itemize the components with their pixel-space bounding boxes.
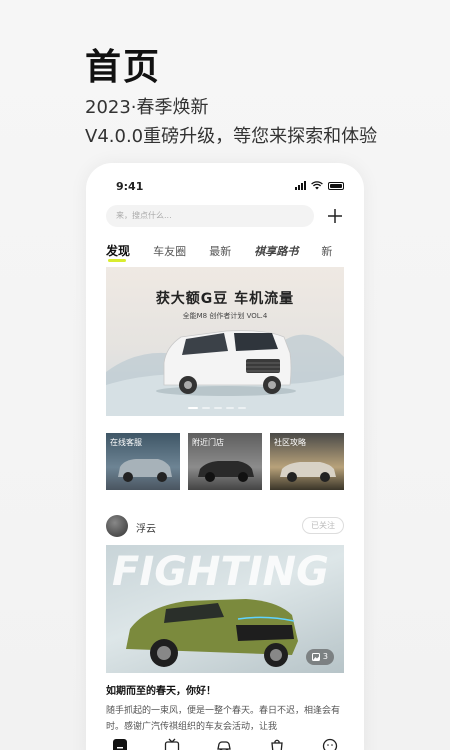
tab-car-friends[interactable]: 车友圈 [153,243,186,259]
shortcut-label: 在线客服 [110,438,142,447]
post-author: 浮云 已关注 [106,515,344,537]
tab-new[interactable]: 新 [321,243,332,259]
home-icon[interactable] [112,738,128,750]
shortcut-nearby-stores[interactable]: 附近门店 [188,433,262,490]
shortcut-community-guide[interactable]: 社区攻略 [270,433,344,490]
shortcut-online-service[interactable]: 在线客服 [106,433,180,490]
shortcut-label: 附近门店 [192,438,224,447]
shortcut-label: 社区攻略 [274,438,306,447]
carousel-dot[interactable] [202,407,210,409]
release-tagline: V4.0.0重磅升级，等您来探索和体验 [85,126,378,147]
post-body[interactable]: 随手抓起的一束风，便是一整个春天。春日不迟，相逢会有时。感谢广汽传祺组织的车友会… [106,703,344,735]
signal-icon [295,181,306,190]
carousel-dot[interactable] [214,407,222,409]
phone-mockup: 9:41 来，搜点什么... 发现 车友圈 最新 祺享路书 新 获大额G豆 车机… [86,163,364,750]
promo-banner[interactable]: 获大额G豆 车机流量 全能M8 创作者计划 VOL.4 [106,267,344,416]
carousel-dot[interactable] [238,407,246,409]
battery-icon [328,181,344,190]
release-subtitle: 2023·春季焕新 [85,97,209,118]
car-icon[interactable] [216,738,232,750]
banner-title: 获大额G豆 车机流量 [155,291,295,307]
shortcut-cards: 在线客服 附近门店 社区攻略 [106,433,344,490]
tv-icon[interactable] [164,738,180,750]
avatar[interactable] [106,515,128,537]
banner-subtitle: 全能M8 创作者计划 VOL.4 [182,312,268,320]
status-time: 9:41 [116,180,144,193]
tab-latest[interactable]: 最新 [209,243,231,259]
tab-discover[interactable]: 发现 [106,242,130,262]
follow-button[interactable]: 已关注 [302,517,344,534]
image-count-badge: 3 [305,649,334,665]
bottom-navigation [86,733,364,750]
image-icon [311,653,320,661]
carousel-dot[interactable] [226,407,234,409]
carousel-indicator [188,407,246,409]
shopping-bag-icon[interactable] [269,738,285,750]
image-count: 3 [322,652,328,661]
post-title[interactable]: 如期而至的春天，你好！ [106,682,216,697]
post-image[interactable]: FIGHTING 3 [106,545,344,673]
fighting-lettering: FIGHTING [112,549,329,595]
profile-smile-icon[interactable] [322,738,338,750]
plus-icon[interactable] [324,205,346,227]
tab-bar: 发现 车友圈 最新 祺享路书 新 [106,240,364,264]
tab-road-book[interactable]: 祺享路书 [254,243,298,259]
page-title: 首页 [85,47,162,88]
carousel-dot[interactable] [188,407,198,409]
wifi-icon [311,181,323,190]
search-input[interactable]: 来，搜点什么... [106,205,314,227]
author-name[interactable]: 浮云 [136,520,156,535]
status-bar: 9:41 [86,163,364,203]
